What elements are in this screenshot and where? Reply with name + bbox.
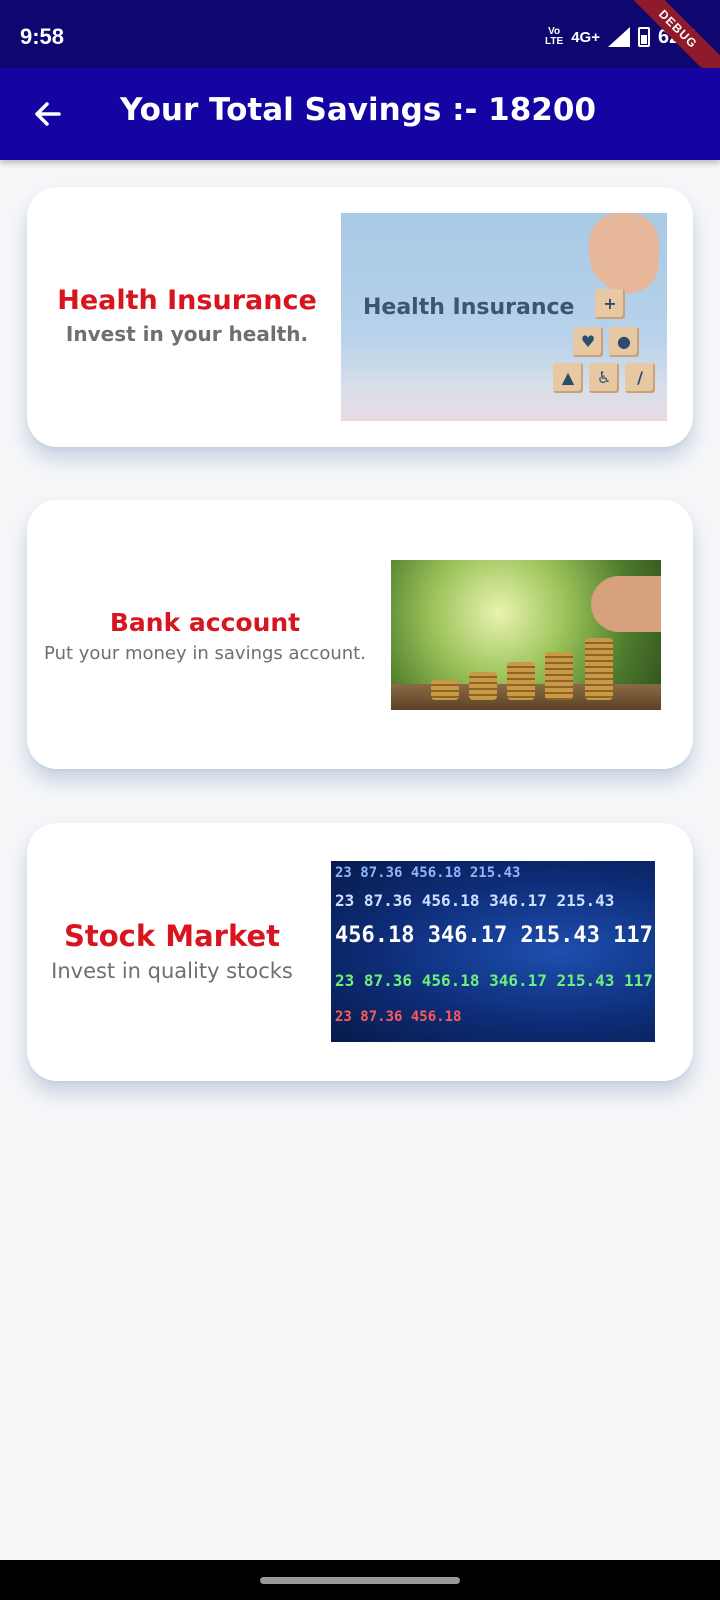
system-nav-bar — [0, 1560, 720, 1600]
page-title: Your Total Savings :- 18200 — [120, 92, 597, 128]
health-insurance-card[interactable]: Health Insurance Invest in your health. … — [27, 187, 693, 447]
arrow-left-icon — [35, 102, 61, 126]
coin-stack — [545, 652, 573, 700]
card-text: Stock Market Invest in quality stocks — [27, 919, 317, 983]
back-button[interactable] — [24, 90, 72, 138]
wheelchair-block-icon: ♿ — [589, 363, 619, 393]
hand-graphic — [589, 213, 659, 293]
bank-coins-image — [391, 560, 661, 710]
stock-market-card[interactable]: Stock Market Invest in quality stocks 23… — [27, 823, 693, 1081]
card-subtitle: Invest in quality stocks — [51, 959, 293, 983]
status-time: 9:58 — [20, 24, 65, 49]
app-bar: Your Total Savings :- 18200 — [0, 68, 720, 160]
coin-stack — [585, 638, 613, 700]
ticker-line: 23 87.36 456.18 346.17 215.43 117.23 — [335, 971, 655, 990]
card-subtitle: Put your money in savings account. — [44, 643, 366, 664]
card-text: Health Insurance Invest in your health. — [27, 285, 347, 346]
plus-block-icon: + — [595, 289, 625, 319]
stock-ticker-image: 23 87.36 456.18 215.43 23 87.36 456.18 3… — [331, 861, 655, 1042]
syringe-block-icon: / — [625, 363, 655, 393]
hand-graphic — [591, 576, 661, 632]
ticker-line: 456.18 346.17 215.43 117.23 — [335, 923, 655, 948]
signal-icon — [607, 27, 630, 47]
heart-block-icon: ♥ — [573, 327, 603, 357]
card-title: Bank account — [109, 608, 301, 637]
ticker-line: 23 87.36 456.18 346.17 215.43 — [335, 891, 615, 910]
coin-stack — [507, 662, 535, 700]
ticker-line: 23 87.36 456.18 — [335, 1009, 462, 1025]
coin-stack — [431, 680, 459, 700]
drop-block-icon: ▲ — [553, 363, 583, 393]
home-gesture-handle[interactable] — [260, 1577, 460, 1584]
card-text: Bank account Put your money in savings a… — [27, 608, 383, 664]
volte-icon: Vo LTE — [545, 26, 564, 47]
bank-account-card[interactable]: Bank account Put your money in savings a… — [27, 500, 693, 769]
coin-stack — [469, 672, 497, 700]
battery-icon — [637, 27, 650, 47]
health-insurance-image: Health Insurance + ♥ ● ▲ ♿ / — [341, 213, 667, 421]
card-title: Health Insurance — [57, 285, 317, 316]
ticker-line: 23 87.36 456.18 215.43 — [335, 865, 521, 881]
network-type: 4G+ — [571, 28, 600, 46]
pill-block-icon: ● — [609, 327, 639, 357]
card-title: Stock Market — [63, 919, 280, 953]
status-bar: 9:58 Vo LTE 4G+ 62% DEBUG — [0, 0, 720, 94]
image-caption: Health Insurance — [363, 295, 575, 320]
card-subtitle: Invest in your health. — [65, 322, 309, 346]
